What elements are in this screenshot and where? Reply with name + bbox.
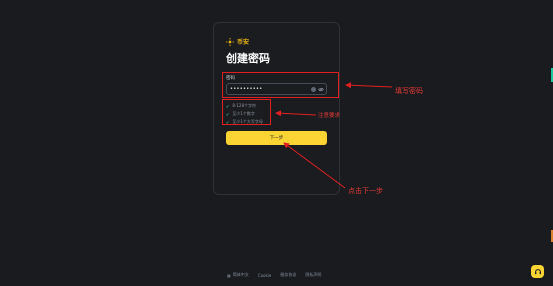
language-selector[interactable]: ▦ 简体中文 <box>227 272 249 278</box>
terms-link[interactable]: 服务协议 <box>280 272 296 278</box>
arrow-to-next <box>283 142 346 189</box>
cookie-link[interactable]: Cookie <box>258 272 272 278</box>
annotation-click-next: 点击下一步 <box>348 187 383 195</box>
arrow-to-password <box>345 82 393 89</box>
arrow-to-requirements <box>275 110 317 117</box>
annotation-fill-password: 填写密码 <box>395 87 423 95</box>
language-label: 简体中文 <box>232 272 249 277</box>
annotation-note-requirements: 注意要求 <box>318 113 341 119</box>
globe-icon: ▦ <box>227 272 231 278</box>
footer: ▦ 简体中文 Cookie 服务协议 隐私声明 <box>227 272 321 278</box>
annotation-arrows <box>275 82 393 189</box>
support-icon[interactable] <box>531 265 544 278</box>
privacy-link[interactable]: 隐私声明 <box>305 272 321 278</box>
